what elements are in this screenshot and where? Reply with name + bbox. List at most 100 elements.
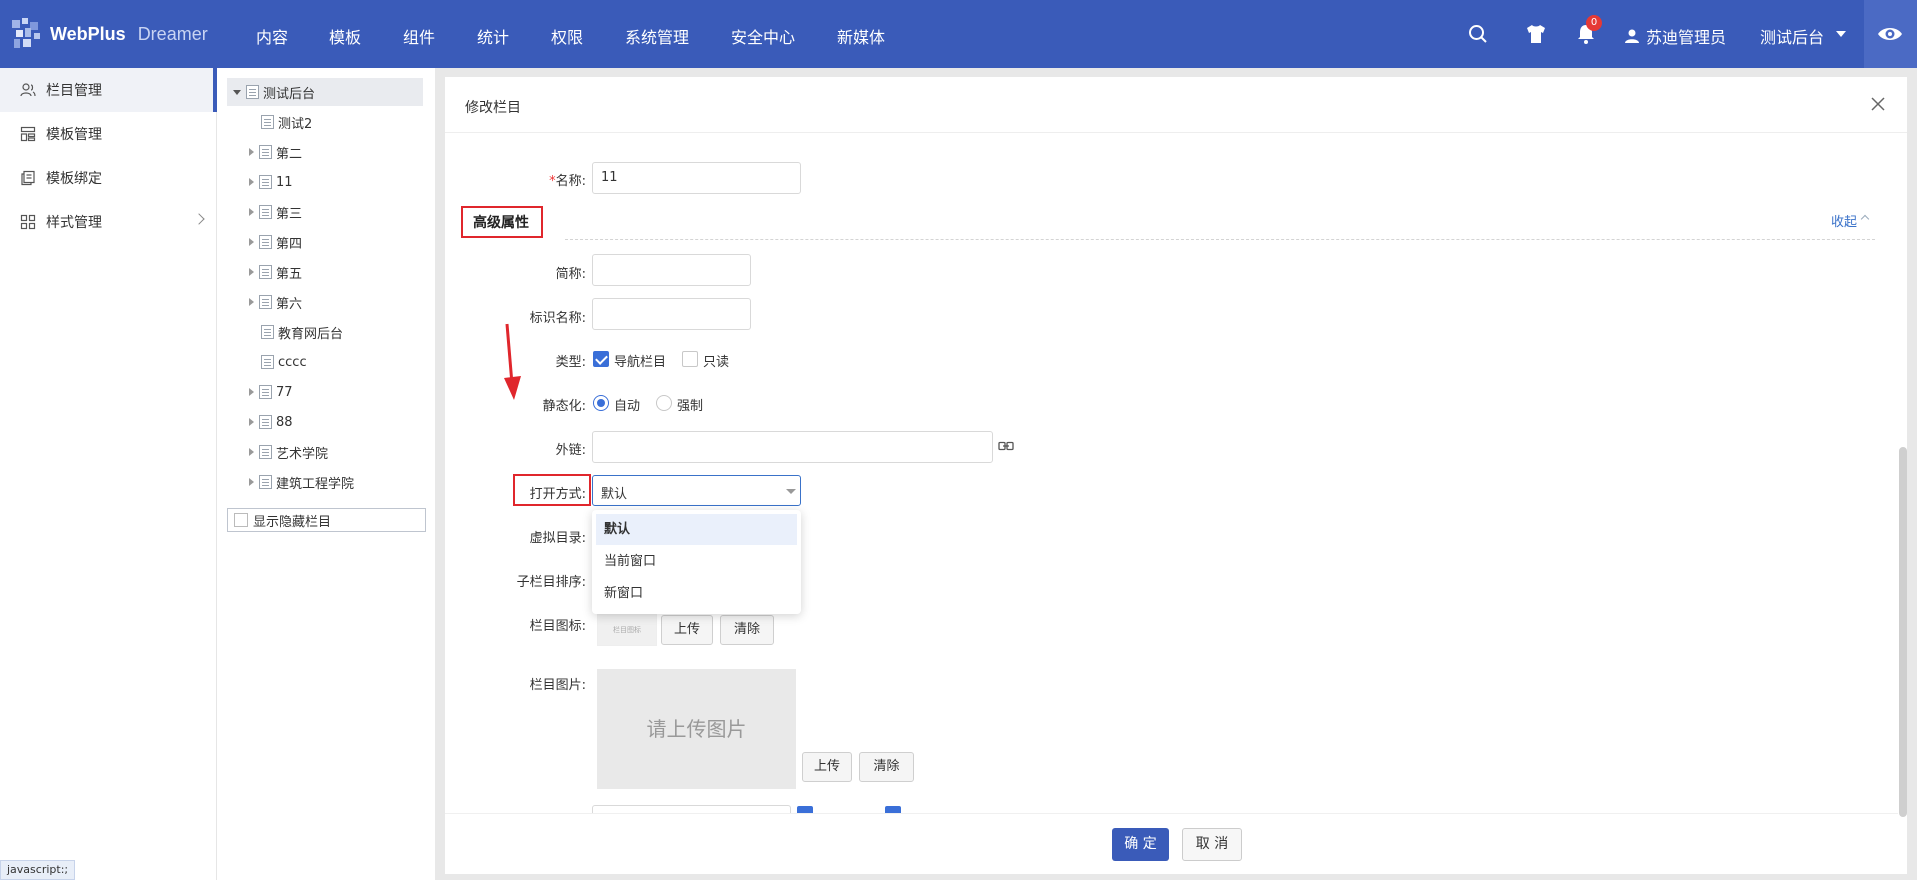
- folder-doc-icon: [259, 205, 272, 219]
- type-nav-label: 导航栏目: [614, 355, 667, 370]
- tree-node[interactable]: 测试2: [261, 111, 312, 133]
- name-input[interactable]: 11: [592, 162, 801, 194]
- column-image-label: 栏目图片:: [529, 678, 586, 693]
- caret-down-icon: [786, 489, 796, 494]
- collapsed-arrow-icon[interactable]: [249, 148, 254, 156]
- id-name-input[interactable]: [592, 298, 751, 330]
- show-hidden-checkbox[interactable]: [234, 513, 248, 527]
- folder-doc-icon: [259, 295, 272, 309]
- tree-node-root[interactable]: 测试后台: [233, 81, 315, 103]
- template-icon: [20, 126, 36, 142]
- open-mode-option-default[interactable]: 默认: [596, 514, 797, 545]
- open-mode-value: 默认: [601, 487, 628, 502]
- logo[interactable]: WebPlus Dreamer: [10, 18, 208, 50]
- tree-node[interactable]: 教育网后台: [261, 321, 343, 343]
- name-label: *名称:: [549, 174, 586, 189]
- column-image-placeholder[interactable]: 请上传图片: [597, 669, 796, 789]
- external-link-input[interactable]: [592, 431, 993, 463]
- show-hidden-label: 显示隐藏栏目: [253, 514, 332, 530]
- dialog-scrollbar[interactable]: [1899, 447, 1907, 817]
- short-name-input[interactable]: [592, 254, 751, 286]
- grid-icon: [20, 214, 36, 230]
- type-readonly-checkbox[interactable]: [682, 351, 698, 367]
- nav-permission[interactable]: 权限: [551, 24, 583, 48]
- splitter[interactable]: [435, 68, 445, 880]
- icon-upload-button[interactable]: 上传: [661, 615, 713, 645]
- sidebar-item-template-binding[interactable]: 模板绑定: [0, 156, 217, 200]
- doc-icon: [261, 355, 274, 369]
- collapsed-arrow-icon[interactable]: [249, 418, 254, 426]
- nav-component[interactable]: 组件: [403, 24, 435, 48]
- section-divider: [565, 239, 1875, 240]
- nav-template[interactable]: 模板: [329, 24, 361, 48]
- top-navbar: WebPlus Dreamer 内容 模板 组件 统计 权限 系统管理 安全中心…: [0, 0, 1917, 68]
- sidebar-item-label: 栏目管理: [46, 83, 102, 99]
- type-nav-checkbox[interactable]: [593, 351, 609, 367]
- open-mode-select[interactable]: 默认: [592, 475, 801, 506]
- search-icon[interactable]: [1466, 22, 1490, 46]
- folder-doc-icon: [259, 265, 272, 279]
- static-auto-radio[interactable]: [593, 395, 609, 411]
- tree-node[interactable]: 11: [249, 171, 293, 193]
- short-name-label: 简称:: [555, 267, 586, 282]
- folder-doc-icon: [259, 235, 272, 249]
- sidebar-item-template-management[interactable]: 模板管理: [0, 112, 217, 156]
- sidebar-item-column-management[interactable]: 栏目管理: [0, 68, 217, 112]
- brand-sub: Dreamer: [137, 23, 208, 44]
- site-selector[interactable]: 测试后台: [1760, 24, 1824, 48]
- link-icon[interactable]: [998, 440, 1014, 452]
- cancel-button[interactable]: 取 消: [1182, 828, 1242, 861]
- status-bar-url: javascript:;: [0, 860, 76, 880]
- static-force-radio[interactable]: [656, 395, 672, 411]
- tree-node[interactable]: 第五: [249, 261, 302, 283]
- folder-doc-icon: [259, 175, 272, 189]
- open-mode-option-new-window[interactable]: 新窗口: [596, 578, 797, 609]
- logo-mark-icon: [12, 18, 40, 48]
- collapsed-arrow-icon[interactable]: [249, 388, 254, 396]
- show-hidden-columns-toggle[interactable]: 显示隐藏栏目: [227, 508, 426, 532]
- collapsed-arrow-icon[interactable]: [249, 208, 254, 216]
- tree-node[interactable]: 88: [249, 411, 293, 433]
- user-menu[interactable]: 苏迪管理员: [1624, 24, 1726, 48]
- static-force-label: 强制: [677, 399, 704, 414]
- sidebar-item-style-management[interactable]: 样式管理: [0, 200, 217, 244]
- caret-down-icon[interactable]: [1836, 31, 1846, 37]
- image-clear-button[interactable]: 清除: [859, 752, 914, 782]
- collapsed-arrow-icon[interactable]: [249, 448, 254, 456]
- expanded-arrow-icon[interactable]: [233, 89, 241, 95]
- nav-stats[interactable]: 统计: [477, 24, 509, 48]
- tree-node-label: 第六: [276, 296, 303, 312]
- shirt-icon[interactable]: [1524, 22, 1548, 46]
- nav-system[interactable]: 系统管理: [625, 24, 689, 48]
- tree-node-label: 教育网后台: [278, 326, 344, 342]
- tree-node[interactable]: 第四: [249, 231, 302, 253]
- sidebar-item-label: 模板管理: [46, 127, 102, 143]
- users-icon: [20, 83, 36, 97]
- collapse-link[interactable]: 收起: [1831, 211, 1857, 230]
- collapsed-arrow-icon[interactable]: [249, 268, 254, 276]
- tree-node[interactable]: 第三: [249, 201, 302, 223]
- tree-node[interactable]: cccc: [261, 351, 307, 373]
- collapsed-arrow-icon[interactable]: [249, 478, 254, 486]
- tree-node[interactable]: 77: [249, 381, 293, 403]
- collapsed-arrow-icon[interactable]: [249, 238, 254, 246]
- tree-node[interactable]: 第二: [249, 141, 302, 163]
- copy-icon: [21, 170, 35, 186]
- icon-clear-button[interactable]: 清除: [720, 615, 774, 645]
- tree-node[interactable]: 建筑工程学院: [249, 471, 354, 493]
- column-icon-label: 栏目图标:: [529, 619, 586, 634]
- collapsed-arrow-icon[interactable]: [249, 178, 254, 186]
- image-upload-button[interactable]: 上传: [802, 752, 852, 782]
- folder-doc-icon: [246, 85, 259, 99]
- tree-node-label: 77: [276, 384, 293, 400]
- nav-content[interactable]: 内容: [256, 24, 288, 48]
- confirm-button[interactable]: 确 定: [1112, 828, 1169, 861]
- preview-button[interactable]: [1864, 0, 1917, 68]
- tree-node[interactable]: 第六: [249, 291, 302, 313]
- open-mode-option-current-window[interactable]: 当前窗口: [596, 546, 797, 577]
- collapsed-arrow-icon[interactable]: [249, 298, 254, 306]
- tree-node[interactable]: 艺术学院: [249, 441, 328, 463]
- nav-new-media[interactable]: 新媒体: [837, 24, 885, 48]
- nav-security[interactable]: 安全中心: [731, 24, 795, 48]
- close-icon[interactable]: [1869, 95, 1887, 113]
